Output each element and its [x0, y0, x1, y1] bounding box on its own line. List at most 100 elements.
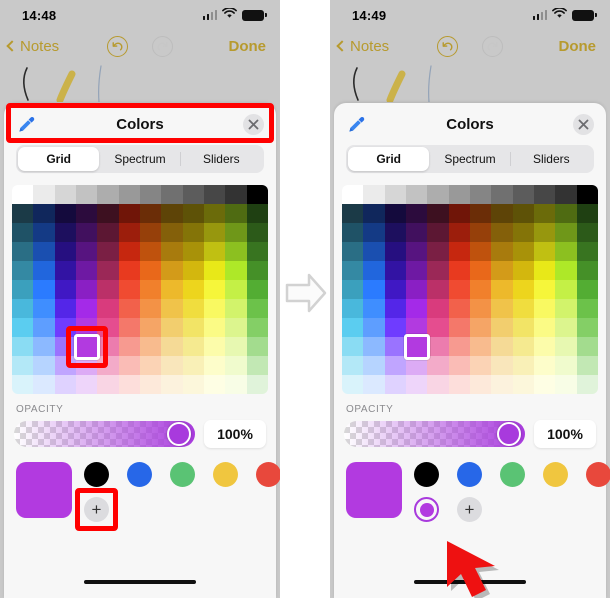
grid-cell[interactable]: [555, 337, 577, 356]
grid-cell[interactable]: [363, 337, 385, 356]
grid-cell[interactable]: [512, 337, 534, 356]
grid-cell[interactable]: [76, 261, 98, 280]
grid-cell[interactable]: [534, 337, 556, 356]
grid-cell[interactable]: [448, 204, 470, 223]
grid-cell[interactable]: [97, 356, 119, 375]
grid-cell[interactable]: [97, 280, 119, 299]
grid-cell[interactable]: [534, 185, 556, 204]
grid-cell[interactable]: [555, 356, 577, 375]
grid-cell[interactable]: [204, 204, 226, 223]
grid-cell[interactable]: [140, 299, 162, 318]
grid-cell[interactable]: [54, 299, 76, 318]
swatch-yellow[interactable]: [213, 462, 238, 487]
tab-sliders[interactable]: Sliders: [511, 147, 592, 171]
grid-cell[interactable]: [512, 242, 534, 261]
grid-cell[interactable]: [427, 299, 449, 318]
tab-spectrum[interactable]: Spectrum: [99, 147, 181, 171]
grid-cell[interactable]: [12, 280, 34, 299]
grid-cell[interactable]: [470, 280, 492, 299]
grid-cell[interactable]: [118, 185, 140, 204]
grid-cell[interactable]: [555, 280, 577, 299]
done-button[interactable]: Done: [559, 38, 597, 55]
grid-cell[interactable]: [12, 185, 34, 204]
opacity-slider-knob[interactable]: [167, 422, 191, 446]
swatch-red[interactable]: [256, 462, 280, 487]
grid-cell[interactable]: [33, 204, 55, 223]
grid-cell[interactable]: [76, 204, 98, 223]
grid-cell[interactable]: [342, 185, 364, 204]
grid-cell[interactable]: [448, 299, 470, 318]
grid-cell[interactable]: [204, 356, 226, 375]
close-icon[interactable]: [573, 114, 594, 135]
grid-cell[interactable]: [491, 185, 513, 204]
grid-cell[interactable]: [448, 242, 470, 261]
grid-cell[interactable]: [204, 375, 226, 394]
grid-cell[interactable]: [140, 242, 162, 261]
grid-cell[interactable]: [97, 185, 119, 204]
grid-cell[interactable]: [534, 356, 556, 375]
grid-cell[interactable]: [576, 204, 598, 223]
opacity-value[interactable]: 100%: [204, 420, 266, 448]
grid-cell[interactable]: [204, 242, 226, 261]
grid-cell[interactable]: [225, 375, 247, 394]
grid-cell[interactable]: [491, 204, 513, 223]
grid-cell[interactable]: [140, 280, 162, 299]
grid-cell[interactable]: [246, 375, 268, 394]
grid-cell[interactable]: [225, 318, 247, 337]
grid-cell[interactable]: [161, 185, 183, 204]
grid-cell[interactable]: [406, 299, 428, 318]
grid-cell[interactable]: [363, 242, 385, 261]
grid-cell[interactable]: [225, 223, 247, 242]
grid-cell[interactable]: [161, 356, 183, 375]
grid-cell[interactable]: [97, 242, 119, 261]
grid-cell[interactable]: [140, 185, 162, 204]
grid-cell[interactable]: [246, 204, 268, 223]
grid-cell[interactable]: [406, 242, 428, 261]
grid-cell[interactable]: [342, 242, 364, 261]
grid-cell[interactable]: [384, 223, 406, 242]
grid-cell[interactable]: [427, 318, 449, 337]
saved-swatch-purple[interactable]: [414, 497, 439, 522]
grid-cell[interactable]: [576, 280, 598, 299]
grid-cell[interactable]: [33, 299, 55, 318]
grid-cell[interactable]: [555, 375, 577, 394]
grid-cell[interactable]: [54, 261, 76, 280]
grid-cell[interactable]: [161, 318, 183, 337]
grid-cell[interactable]: [225, 356, 247, 375]
grid-cell[interactable]: [576, 223, 598, 242]
grid-cell[interactable]: [491, 318, 513, 337]
grid-cell[interactable]: [491, 356, 513, 375]
grid-cell[interactable]: [246, 337, 268, 356]
grid-cell[interactable]: [555, 185, 577, 204]
grid-cell[interactable]: [470, 223, 492, 242]
swatch-green[interactable]: [170, 462, 195, 487]
grid-cell[interactable]: [204, 223, 226, 242]
grid-cell[interactable]: [491, 280, 513, 299]
grid-cell[interactable]: [118, 204, 140, 223]
grid-cell[interactable]: [406, 280, 428, 299]
undo-icon[interactable]: [107, 35, 128, 57]
grid-cell[interactable]: [427, 242, 449, 261]
grid-cell[interactable]: [512, 223, 534, 242]
grid-cell[interactable]: [54, 318, 76, 337]
swatch-blue[interactable]: [127, 462, 152, 487]
grid-cell[interactable]: [76, 280, 98, 299]
tab-spectrum[interactable]: Spectrum: [429, 147, 511, 171]
grid-cell[interactable]: [161, 337, 183, 356]
grid-cell[interactable]: [427, 337, 449, 356]
grid-cell[interactable]: [54, 337, 76, 356]
grid-cell[interactable]: [576, 242, 598, 261]
swatch-black[interactable]: [414, 462, 439, 487]
grid-cell[interactable]: [225, 261, 247, 280]
undo-icon[interactable]: [437, 35, 458, 57]
grid-cell[interactable]: [512, 261, 534, 280]
grid-cell[interactable]: [54, 280, 76, 299]
grid-cell[interactable]: [342, 280, 364, 299]
grid-cell[interactable]: [54, 375, 76, 394]
grid-cell[interactable]: [576, 261, 598, 280]
grid-cell[interactable]: [427, 204, 449, 223]
grid-cell[interactable]: [427, 223, 449, 242]
close-icon[interactable]: [243, 114, 264, 135]
grid-cell[interactable]: [33, 280, 55, 299]
eyedropper-icon[interactable]: [346, 115, 366, 135]
